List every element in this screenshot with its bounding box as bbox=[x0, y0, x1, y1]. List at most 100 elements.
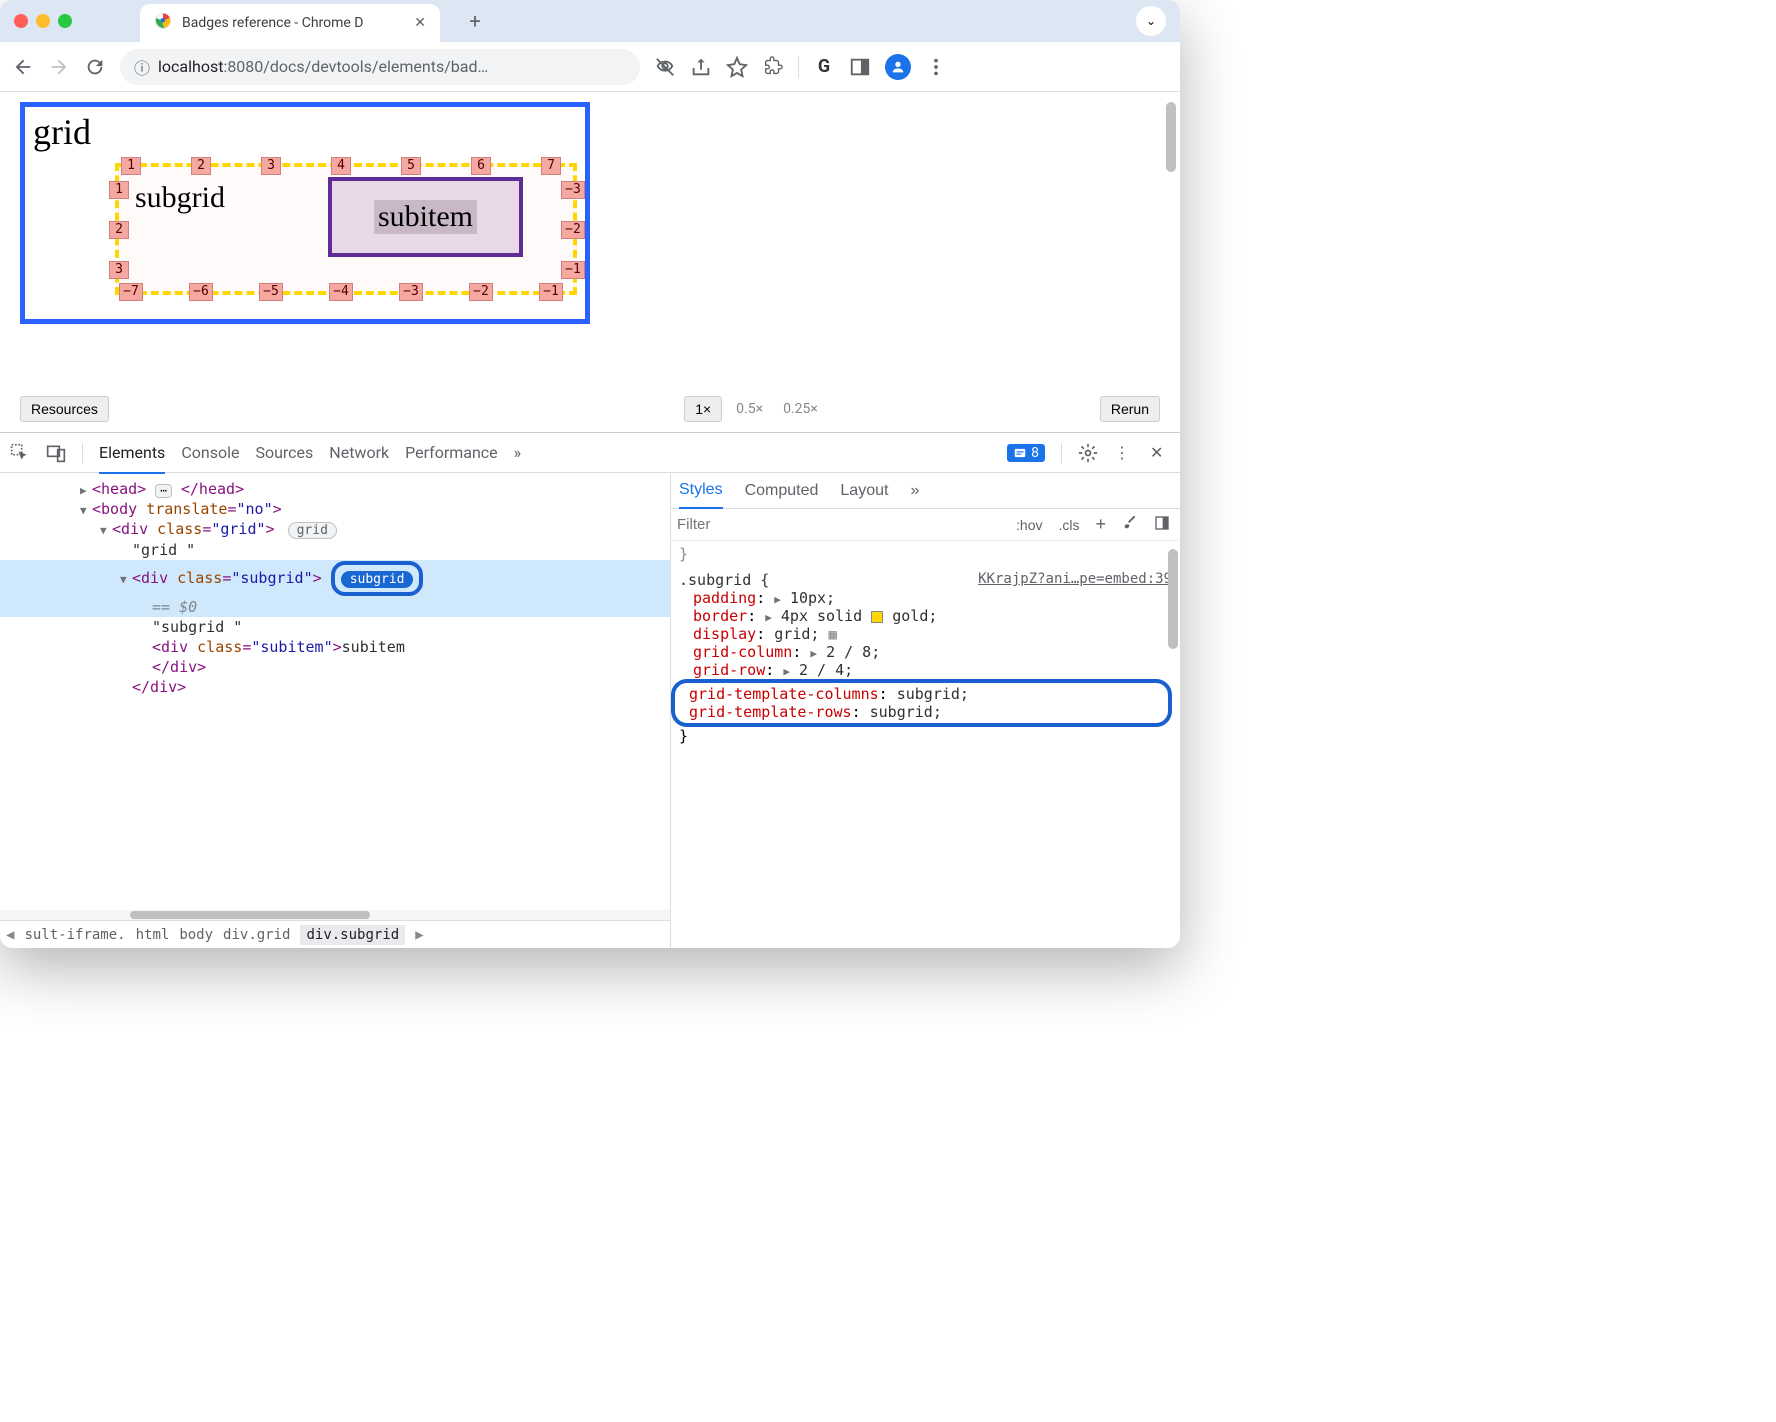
tab-elements[interactable]: Elements bbox=[99, 443, 165, 474]
browser-tab[interactable]: Badges reference - Chrome D ✕ bbox=[140, 4, 440, 42]
css-property[interactable]: grid-column: ▶ 2 / 8; bbox=[693, 643, 1172, 661]
settings-icon[interactable] bbox=[1078, 443, 1098, 463]
css-rules[interactable]: } .subgrid { KKrajpZ?ani…pe=embed:39 pad… bbox=[671, 541, 1180, 948]
reader-icon[interactable] bbox=[849, 56, 871, 78]
more-tabs-icon[interactable]: » bbox=[514, 443, 522, 462]
tab-performance[interactable]: Performance bbox=[405, 443, 498, 462]
dom-node[interactable]: ▼<body translate="no"> bbox=[0, 499, 670, 519]
titlebar: Badges reference - Chrome D ✕ + ⌄ bbox=[0, 0, 1180, 42]
filter-input[interactable] bbox=[677, 516, 1004, 533]
dom-node[interactable]: </div> bbox=[0, 677, 670, 697]
grid-line-num: 1 bbox=[121, 157, 141, 175]
breadcrumb-prev-icon[interactable]: ◀ bbox=[6, 927, 14, 943]
css-property[interactable]: grid-row: ▶ 2 / 4; bbox=[693, 661, 1172, 679]
breadcrumb-item[interactable]: div.grid bbox=[223, 927, 290, 943]
close-devtools-icon[interactable]: ✕ bbox=[1150, 443, 1170, 463]
highlighted-properties: grid-template-columns: subgrid; grid-tem… bbox=[671, 679, 1172, 727]
hov-button[interactable]: :hov bbox=[1012, 517, 1046, 533]
scrollbar[interactable] bbox=[1168, 549, 1178, 649]
tab-sources[interactable]: Sources bbox=[255, 443, 313, 462]
scrollbar[interactable] bbox=[1166, 102, 1176, 172]
grid-line-num: −6 bbox=[189, 283, 213, 301]
computed-toggle-icon[interactable] bbox=[1150, 515, 1174, 534]
forward-button[interactable] bbox=[48, 56, 70, 78]
address-bar[interactable]: ⓘ localhost:8080/docs/devtools/elements/… bbox=[120, 49, 640, 85]
ellipsis-icon[interactable]: ⋯ bbox=[155, 484, 172, 498]
page-viewport: grid 1 2 3 4 5 6 7 1 2 3 −3 −2 −1 −7 −6 bbox=[0, 92, 1180, 392]
css-property[interactable]: grid-template-columns: subgrid; bbox=[689, 685, 1160, 703]
css-property[interactable]: border: ▶ 4px solid gold; bbox=[693, 607, 1172, 625]
css-property[interactable]: display: grid; ▦ bbox=[693, 625, 1172, 643]
subgrid-badge[interactable]: subgrid bbox=[341, 571, 414, 588]
dom-node[interactable]: <div class="subitem">subitem bbox=[0, 637, 670, 657]
minimize-window-button[interactable] bbox=[36, 14, 50, 28]
grid-editor-icon[interactable]: ▦ bbox=[828, 627, 836, 643]
dom-text-node[interactable]: "subgrid " bbox=[0, 617, 670, 637]
new-rule-icon[interactable]: + bbox=[1091, 514, 1110, 535]
new-tab-button[interactable]: + bbox=[460, 6, 490, 36]
tab-network[interactable]: Network bbox=[329, 443, 389, 462]
devtools-panel: Elements Console Sources Network Perform… bbox=[0, 432, 1180, 948]
dom-text-node[interactable]: "grid " bbox=[0, 540, 670, 560]
grid-line-num: −2 bbox=[561, 221, 585, 239]
close-window-button[interactable] bbox=[14, 14, 28, 28]
brush-icon[interactable] bbox=[1118, 515, 1142, 534]
resources-button[interactable]: Resources bbox=[20, 396, 109, 422]
breadcrumb-item[interactable]: sult-iframe. bbox=[24, 927, 125, 943]
grid-line-num: 2 bbox=[109, 221, 129, 239]
demo-toolbar: Resources 1× 0.5× 0.25× Rerun bbox=[0, 392, 1180, 432]
google-icon[interactable]: G bbox=[813, 56, 835, 78]
bookmark-star-icon[interactable] bbox=[726, 56, 748, 78]
dom-node[interactable]: </div> bbox=[0, 657, 670, 677]
dom-node-selected[interactable]: ▼<div class="subgrid"> subgrid bbox=[0, 560, 670, 597]
subgrid-badge-highlight: subgrid bbox=[331, 561, 424, 596]
breadcrumb-item[interactable]: body bbox=[179, 927, 213, 943]
back-button[interactable] bbox=[12, 56, 34, 78]
rerun-button[interactable]: Rerun bbox=[1100, 396, 1160, 422]
tab-title: Badges reference - Chrome D bbox=[182, 15, 364, 31]
tabs-menu-button[interactable]: ⌄ bbox=[1136, 6, 1166, 36]
maximize-window-button[interactable] bbox=[58, 14, 72, 28]
tab-console[interactable]: Console bbox=[181, 443, 239, 462]
tab-styles[interactable]: Styles bbox=[679, 481, 723, 509]
breadcrumb-item-active[interactable]: div.subgrid bbox=[300, 925, 405, 945]
dom-tree[interactable]: ▶<head> ⋯ </head> ▼<body translate="no">… bbox=[0, 473, 670, 910]
grid-line-num: −5 bbox=[259, 283, 283, 301]
separator bbox=[1061, 443, 1062, 463]
breadcrumb-next-icon[interactable]: ▶ bbox=[415, 927, 423, 943]
tab-layout[interactable]: Layout bbox=[840, 482, 888, 500]
dom-node[interactable]: ▼<div class="grid"> grid bbox=[0, 519, 670, 540]
color-swatch-icon[interactable] bbox=[871, 611, 883, 623]
horizontal-scrollbar[interactable] bbox=[0, 910, 670, 920]
more-icon[interactable]: ⋮ bbox=[1114, 443, 1134, 463]
cls-button[interactable]: .cls bbox=[1054, 517, 1083, 533]
close-tab-icon[interactable]: ✕ bbox=[414, 15, 426, 31]
device-icon[interactable] bbox=[46, 443, 66, 463]
grid-line-num: 2 bbox=[191, 157, 211, 175]
share-icon[interactable] bbox=[690, 56, 712, 78]
source-link[interactable]: KKrajpZ?ani…pe=embed:39 bbox=[978, 571, 1172, 587]
eye-off-icon[interactable] bbox=[654, 56, 676, 78]
tab-computed[interactable]: Computed bbox=[745, 482, 819, 500]
inspect-icon[interactable] bbox=[10, 443, 30, 463]
url-host: localhost bbox=[158, 57, 223, 76]
extensions-icon[interactable] bbox=[762, 56, 784, 78]
more-tabs-icon[interactable]: » bbox=[910, 482, 919, 500]
grid-line-num: −7 bbox=[119, 283, 143, 301]
issues-badge[interactable]: 8 bbox=[1007, 444, 1045, 462]
css-property[interactable]: padding: ▶ 10px; bbox=[693, 589, 1172, 607]
zoom-025x[interactable]: 0.25× bbox=[777, 401, 824, 417]
css-selector[interactable]: .subgrid { bbox=[679, 571, 769, 589]
grid-line-num: 7 bbox=[541, 157, 561, 175]
breadcrumb-item[interactable]: html bbox=[136, 927, 170, 943]
zoom-1x[interactable]: 1× bbox=[684, 396, 722, 422]
zoom-05x[interactable]: 0.5× bbox=[730, 401, 769, 417]
dom-node[interactable]: ▶<head> ⋯ </head> bbox=[0, 479, 670, 499]
reload-button[interactable] bbox=[84, 56, 106, 78]
grid-badge[interactable]: grid bbox=[288, 522, 337, 539]
subgrid-label: subgrid bbox=[135, 181, 225, 215]
css-property[interactable]: grid-template-rows: subgrid; bbox=[689, 703, 1160, 721]
profile-avatar[interactable] bbox=[885, 54, 911, 80]
menu-icon[interactable] bbox=[925, 56, 947, 78]
site-info-icon[interactable]: ⓘ bbox=[134, 55, 150, 79]
